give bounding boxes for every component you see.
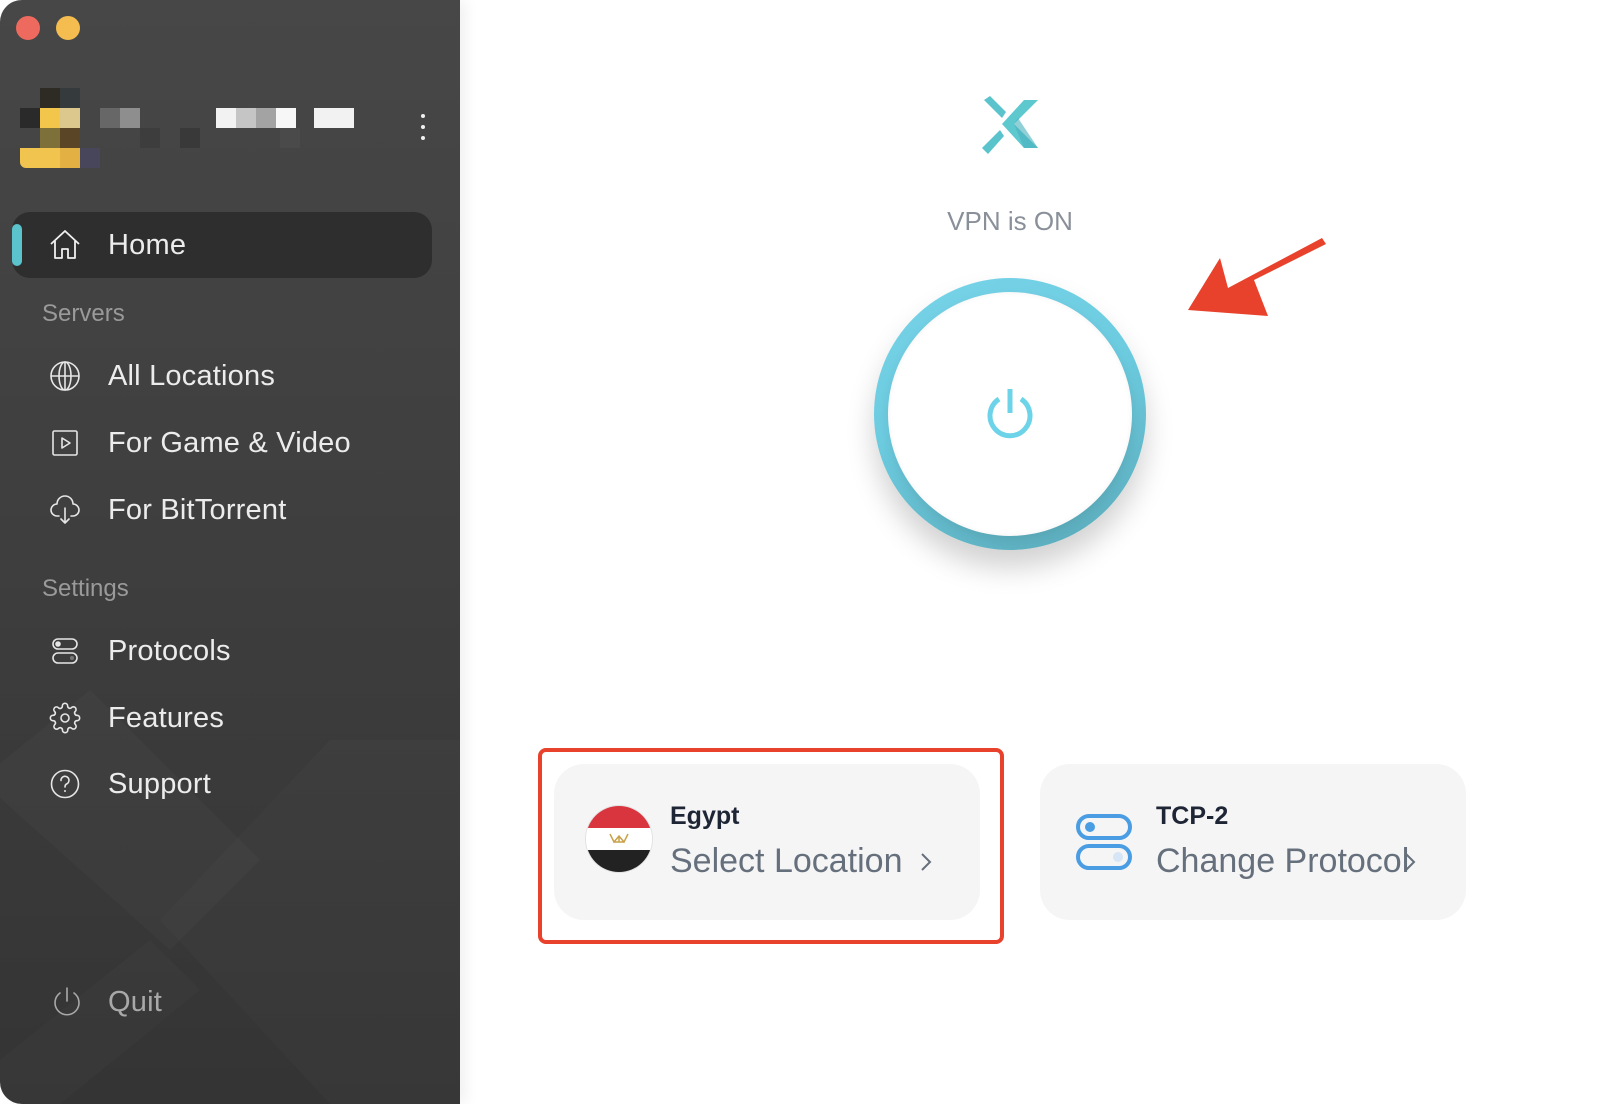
sidebar: Home Servers All Locations For Game & Vi… [0,0,460,1104]
sidebar-item-label: Features [108,701,225,734]
sidebar-item-label: For BitTorrent [108,493,287,526]
sidebar-item-label: Support [108,767,211,800]
quit-label: Quit [108,985,162,1018]
question-circle-icon [48,767,82,801]
sidebar-item-label: For Game & Video [108,426,351,459]
sidebar-item-label: Home [108,228,187,261]
vpn-status-text: VPN is ON [947,206,1073,236]
sidebar-item-all-locations[interactable]: All Locations [12,343,432,409]
account-info-redacted [20,88,360,168]
connect-power-button[interactable] [874,278,1146,550]
window-controls [16,16,80,40]
quit-button[interactable]: Quit [12,969,432,1035]
sidebar-item-game-video[interactable]: For Game & Video [12,410,432,476]
more-vertical-icon [421,114,425,118]
app-logo [982,96,1038,154]
globe-icon [48,359,82,393]
sidebar-item-home[interactable]: Home [12,212,432,278]
egypt-flag-icon [586,806,652,872]
gear-icon [48,701,82,735]
cloud-download-icon [48,493,82,527]
chevron-right-icon [1405,853,1416,871]
sidebar-item-protocols[interactable]: Protocols [12,618,432,684]
toggles-icon [1076,814,1132,870]
select-location-card[interactable]: Egypt Select Location [554,764,980,920]
section-title-servers: Servers [42,300,125,327]
chevron-right-icon [921,853,932,871]
close-window-button[interactable] [16,16,40,40]
section-title-settings: Settings [42,575,129,602]
annotation-arrow [1188,238,1326,316]
toggles-icon [48,634,82,668]
sidebar-item-bittorrent[interactable]: For BitTorrent [12,477,432,543]
sidebar-item-label: All Locations [108,359,276,392]
power-icon [987,389,1033,439]
sidebar-item-label: Protocols [108,634,231,667]
change-protocol-label: Change Protocol [1156,842,1410,880]
active-indicator [12,224,22,266]
minimize-window-button[interactable] [56,16,80,40]
account-menu-button[interactable] [418,114,428,140]
sidebar-item-support[interactable]: Support [12,751,432,817]
home-icon [48,228,82,262]
selected-country: Egypt [670,802,740,830]
select-location-label: Select Location [670,842,903,880]
sidebar-item-features[interactable]: Features [12,685,432,751]
current-protocol: TCP-2 [1156,802,1229,830]
change-protocol-card[interactable]: TCP-2 Change Protocol [1040,764,1466,920]
power-icon [50,985,84,1019]
play-square-icon [48,426,82,460]
